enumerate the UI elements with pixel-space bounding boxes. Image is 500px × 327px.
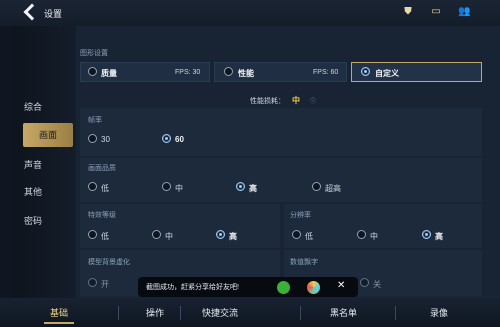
preset-custom-label: 自定义 bbox=[375, 69, 399, 78]
section-title: 图形设置 bbox=[80, 50, 108, 57]
page-title: 设置 bbox=[44, 9, 63, 19]
tab-active-indicator bbox=[44, 322, 74, 324]
tab-replay[interactable]: 录像 bbox=[430, 306, 448, 319]
preset-custom-radio[interactable] bbox=[361, 67, 370, 76]
performance-cost-label: 性能损耗： bbox=[250, 98, 285, 105]
tab-separator bbox=[395, 306, 396, 320]
preset-performance-label: 性能 bbox=[238, 69, 254, 78]
damage-numbers-off-radio[interactable] bbox=[360, 278, 369, 287]
bottom-tab-bar bbox=[0, 298, 500, 327]
sidebar-item-general[interactable]: 综合 bbox=[24, 98, 72, 116]
tab-separator bbox=[118, 306, 119, 320]
tab-blacklist[interactable]: 黑名单 bbox=[330, 306, 357, 319]
model-blur-on-label: 开 bbox=[101, 280, 109, 289]
close-icon[interactable]: ✕ bbox=[337, 280, 345, 291]
resolution-mid-radio[interactable] bbox=[357, 230, 366, 239]
image-quality-panel bbox=[80, 158, 482, 202]
sidebar-item-sound[interactable]: 声音 bbox=[24, 156, 72, 174]
notification-icon[interactable]: ⛊ bbox=[402, 6, 414, 18]
frame-rate-60-label: 60 bbox=[175, 135, 184, 144]
frame-rate-30-radio[interactable] bbox=[88, 134, 97, 143]
effects-high-radio[interactable] bbox=[216, 230, 225, 239]
effects-mid-radio[interactable] bbox=[152, 230, 161, 239]
image-quality-title: 画面品质 bbox=[88, 165, 116, 172]
wechat-icon[interactable] bbox=[277, 281, 290, 294]
preset-performance-fps: FPS: 60 bbox=[313, 69, 339, 76]
effects-low-label: 低 bbox=[101, 232, 109, 241]
info-icon[interactable]: ⓘ bbox=[310, 96, 316, 105]
sidebar-item-other[interactable]: 其他 bbox=[24, 183, 72, 201]
preset-quality-radio[interactable] bbox=[88, 67, 97, 76]
sidebar-item-password[interactable]: 密码 bbox=[24, 212, 72, 230]
preset-performance-radio[interactable] bbox=[224, 67, 233, 76]
tab-basic[interactable]: 基础 bbox=[50, 306, 68, 319]
image-quality-ultra-label: 超高 bbox=[325, 184, 341, 193]
preset-quality-label: 质量 bbox=[101, 69, 117, 78]
chat-icon[interactable]: ▭ bbox=[430, 6, 442, 18]
effects-mid-label: 中 bbox=[165, 232, 173, 241]
sidebar-item-graphics[interactable]: 画面 bbox=[23, 123, 73, 147]
resolution-low-label: 低 bbox=[305, 232, 313, 241]
moments-icon[interactable] bbox=[307, 281, 320, 294]
tab-separator bbox=[180, 306, 181, 320]
preset-quality-fps: FPS: 30 bbox=[175, 69, 201, 76]
resolution-title: 分辨率 bbox=[290, 212, 311, 219]
frame-rate-30-label: 30 bbox=[101, 135, 110, 144]
frame-rate-title: 帧率 bbox=[88, 117, 102, 124]
image-quality-mid-radio[interactable] bbox=[162, 182, 171, 191]
performance-cost-value: 中 bbox=[292, 96, 300, 105]
effects-low-radio[interactable] bbox=[88, 230, 97, 239]
image-quality-ultra-radio[interactable] bbox=[312, 182, 321, 191]
tab-quick-chat[interactable]: 快捷交流 bbox=[202, 306, 238, 319]
resolution-high-radio[interactable] bbox=[422, 230, 431, 239]
image-quality-low-label: 低 bbox=[101, 184, 109, 193]
damage-numbers-off-label: 关 bbox=[373, 280, 381, 289]
effects-high-label: 高 bbox=[229, 232, 237, 241]
tab-separator bbox=[300, 306, 301, 320]
effects-title: 特效等级 bbox=[88, 212, 116, 219]
image-quality-low-radio[interactable] bbox=[88, 182, 97, 191]
model-blur-title: 模型背景虚化 bbox=[88, 259, 130, 266]
image-quality-mid-label: 中 bbox=[175, 184, 183, 193]
image-quality-high-label: 高 bbox=[249, 184, 257, 193]
resolution-low-radio[interactable] bbox=[292, 230, 301, 239]
resolution-mid-label: 中 bbox=[370, 232, 378, 241]
tab-controls[interactable]: 操作 bbox=[146, 306, 164, 319]
model-blur-on-radio[interactable] bbox=[88, 278, 97, 287]
frame-rate-60-radio[interactable] bbox=[162, 134, 171, 143]
resolution-high-label: 高 bbox=[435, 232, 443, 241]
preset-custom[interactable] bbox=[351, 62, 482, 82]
friends-icon[interactable]: 👥 bbox=[458, 6, 470, 18]
toast-message: 截图成功，赶紧分享给好友吧! bbox=[146, 284, 239, 291]
image-quality-high-radio[interactable] bbox=[236, 182, 245, 191]
resolution-panel bbox=[284, 204, 482, 248]
frame-rate-panel bbox=[80, 108, 482, 156]
damage-numbers-title: 数值飘字 bbox=[290, 259, 318, 266]
top-bar bbox=[0, 0, 500, 26]
